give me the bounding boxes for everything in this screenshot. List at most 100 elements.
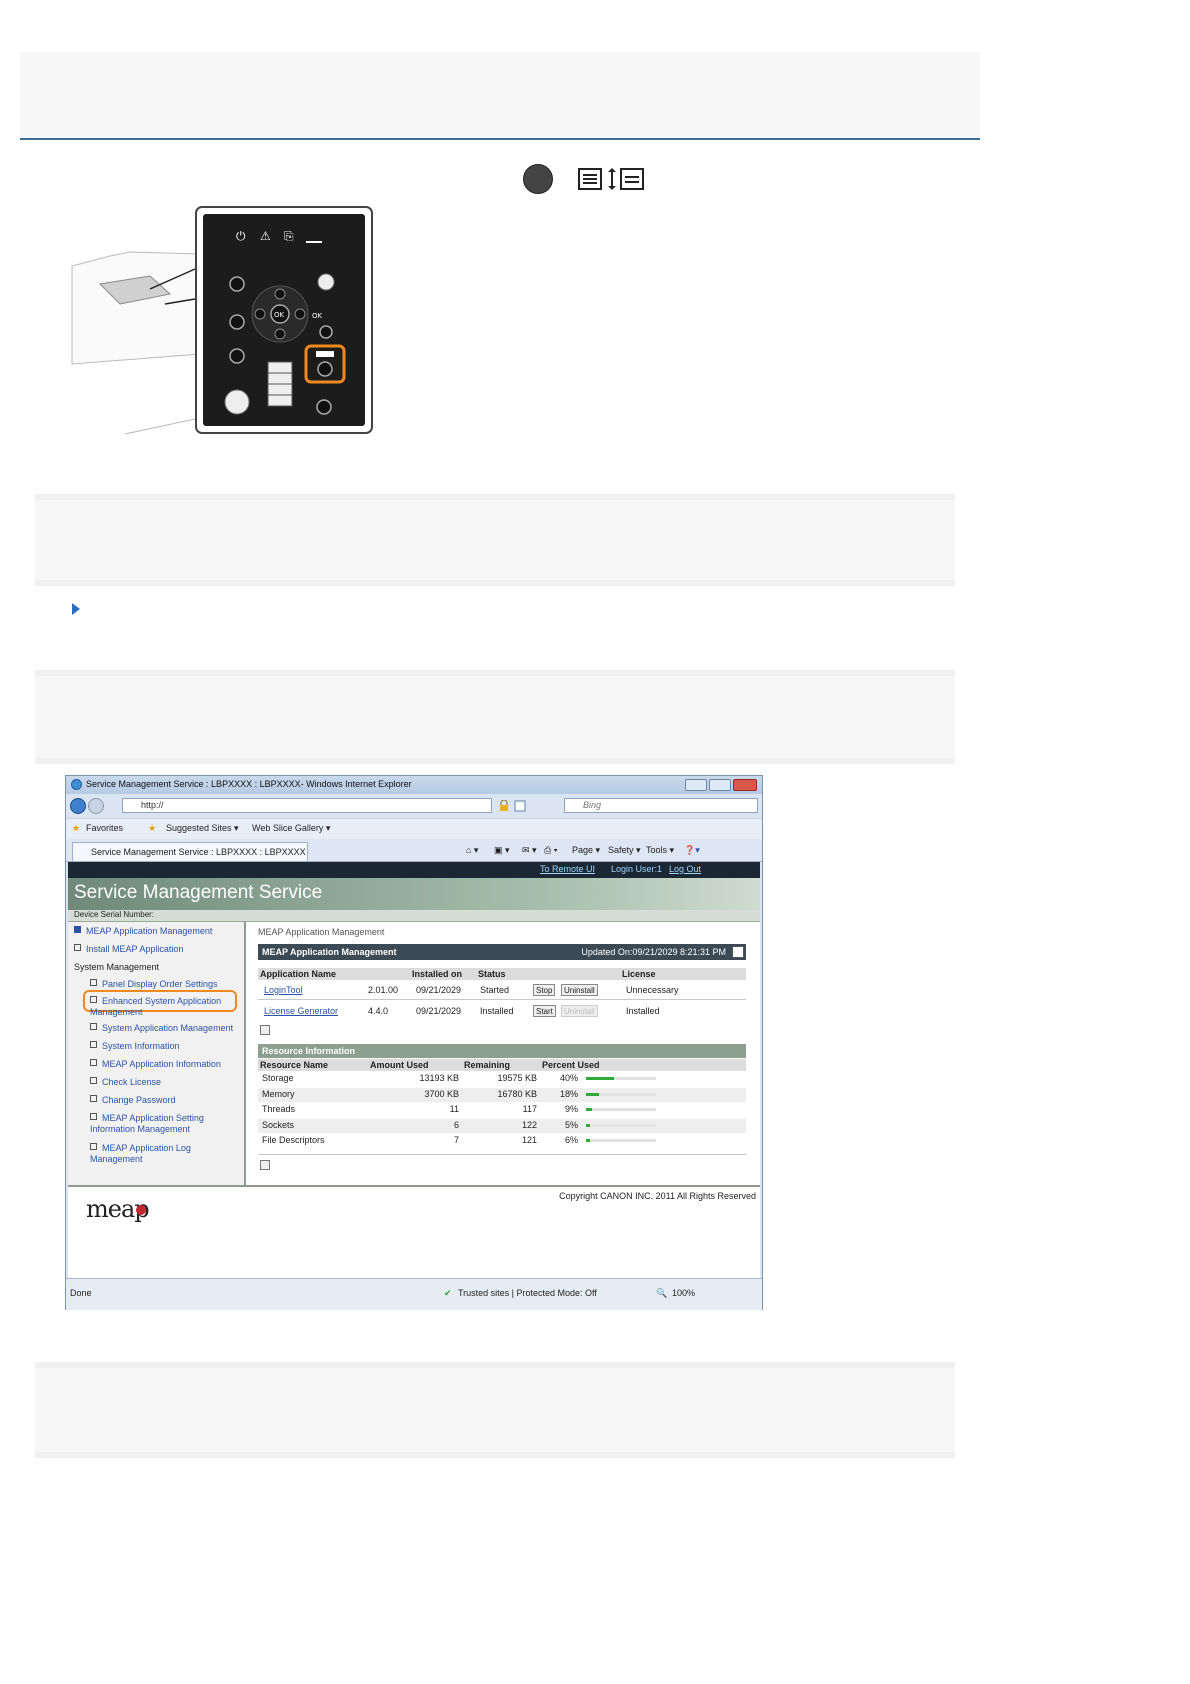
tools-menu[interactable]: Tools ▾ bbox=[646, 845, 674, 856]
app-date: 09/21/2029 bbox=[416, 985, 462, 995]
zoom-level[interactable]: 100% bbox=[672, 1288, 695, 1298]
stop-button[interactable]: Stop bbox=[533, 984, 556, 996]
resource-percent: 40% bbox=[559, 1073, 578, 1083]
add-favorite-icon[interactable]: ★ bbox=[148, 823, 156, 834]
sidebar-item-app-setting-info[interactable]: MEAP Application Setting Information Man… bbox=[90, 1113, 240, 1135]
suggested-sites-link[interactable]: Suggested Sites ▾ bbox=[166, 823, 239, 834]
svg-text:⏻: ⏻ bbox=[236, 229, 246, 243]
usage-bar bbox=[586, 1077, 614, 1080]
sidebar-item-meap-app-info[interactable]: MEAP Application Information bbox=[90, 1059, 221, 1070]
print-icon[interactable]: ⎙ ▾ bbox=[544, 845, 557, 856]
resource-percent: 9% bbox=[564, 1104, 578, 1114]
uninstall-button[interactable]: Uninstall bbox=[561, 984, 598, 996]
copyright: Copyright CANON INC. 2011 All Rights Res… bbox=[559, 1191, 756, 1201]
address-field[interactable]: http:// bbox=[122, 798, 492, 813]
close-button[interactable] bbox=[733, 779, 757, 791]
app-name-link[interactable]: License Generator bbox=[264, 1006, 338, 1016]
collapse-icon[interactable] bbox=[260, 1025, 270, 1035]
back-button[interactable] bbox=[70, 798, 86, 814]
zoom-icon[interactable]: 🔍 bbox=[656, 1288, 667, 1299]
maximize-button[interactable] bbox=[709, 779, 731, 791]
sidebar-item-meap-management[interactable]: MEAP Application Management bbox=[74, 926, 212, 937]
resource-name: Threads bbox=[262, 1104, 296, 1114]
refresh-icon[interactable] bbox=[514, 800, 526, 812]
resource-amount: 3700 KB bbox=[424, 1088, 459, 1099]
app-name-link[interactable]: LoginTool bbox=[264, 985, 303, 995]
sidebar-item-install[interactable]: Install MEAP Application bbox=[74, 944, 183, 955]
feeds-icon[interactable]: ▣ ▾ bbox=[494, 845, 510, 856]
col-status: Status bbox=[478, 969, 506, 979]
section-title: MEAP Application Management bbox=[262, 947, 397, 957]
resource-name: Sockets bbox=[262, 1119, 295, 1130]
info-band bbox=[35, 670, 955, 764]
usage-bar bbox=[586, 1092, 599, 1096]
usage-track bbox=[586, 1123, 656, 1127]
sidebar-item-panel-display-order[interactable]: Panel Display Order Settings bbox=[90, 979, 218, 990]
favorites-bar: ★ Favorites ★ Suggested Sites ▾ Web Slic… bbox=[66, 818, 762, 839]
logout-link[interactable]: Log Out bbox=[669, 864, 701, 874]
row-divider bbox=[258, 999, 746, 1000]
app-table-header: Application Name Installed on Status Lic… bbox=[258, 968, 746, 980]
resource-percent: 5% bbox=[564, 1119, 578, 1130]
tab-title: Service Management Service : LBPXXXX : L… bbox=[91, 847, 306, 857]
start-button[interactable]: Start bbox=[533, 1005, 556, 1017]
top-link-bar: To Remote UI Login User:1 Log Out bbox=[68, 862, 760, 878]
circle-key-icon bbox=[523, 164, 553, 194]
resource-name: Memory bbox=[262, 1088, 295, 1099]
row-divider bbox=[258, 1154, 746, 1155]
ok-label: OK bbox=[274, 311, 285, 319]
resource-amount: 13193 KB bbox=[419, 1073, 459, 1083]
serial-label: Device Serial Number: bbox=[74, 910, 155, 919]
sidebar-item-system-info[interactable]: System Information bbox=[90, 1041, 180, 1052]
mail-icon[interactable]: ✉ ▾ bbox=[522, 845, 537, 856]
app-status: Installed bbox=[480, 1006, 514, 1016]
status-done: Done bbox=[70, 1288, 92, 1298]
resource-amount: 11 bbox=[449, 1104, 459, 1114]
home-icon[interactable]: ⌂ ▾ bbox=[466, 845, 478, 856]
resource-name: File Descriptors bbox=[262, 1135, 325, 1145]
resource-percent: 18% bbox=[559, 1088, 578, 1099]
resource-title: Resource Information bbox=[262, 1046, 356, 1056]
page-menu[interactable]: Page ▾ bbox=[572, 845, 600, 856]
info-band bbox=[35, 1362, 955, 1458]
usage-track bbox=[586, 1139, 656, 1142]
sidebar-item-enhanced-system-app[interactable]: Enhanced System Application Management bbox=[90, 996, 240, 1018]
zone-text: Trusted sites | Protected Mode: Off bbox=[458, 1288, 597, 1298]
favorites-button[interactable]: Favorites bbox=[86, 823, 123, 833]
web-slice-link[interactable]: Web Slice Gallery ▾ bbox=[252, 823, 330, 834]
refresh-button[interactable] bbox=[732, 946, 744, 958]
search-field[interactable]: Bing bbox=[564, 798, 758, 813]
serial-bar: Device Serial Number: bbox=[68, 910, 760, 922]
minimize-button[interactable] bbox=[685, 779, 707, 791]
resource-name: Storage bbox=[262, 1073, 294, 1083]
usage-bar bbox=[586, 1139, 590, 1142]
resource-table-header: Resource Name Amount Used Remaining Perc… bbox=[258, 1059, 746, 1071]
svg-text:⚠: ⚠ bbox=[260, 229, 271, 243]
login-user-text: Login User:1 bbox=[611, 864, 663, 874]
uninstall-button-disabled: Uninstall bbox=[561, 1005, 598, 1017]
col-installed-on: Installed on bbox=[412, 969, 463, 979]
browser-tab[interactable]: Service Management Service : LBPXXXX : L… bbox=[72, 842, 308, 861]
forward-button[interactable] bbox=[88, 798, 104, 814]
sidebar-item-check-license[interactable]: Check License bbox=[90, 1077, 161, 1088]
address-text: http:// bbox=[141, 800, 164, 810]
info-band bbox=[35, 494, 955, 586]
sidebar-item-system-app[interactable]: System Application Management bbox=[90, 1023, 233, 1034]
sidebar-item-app-log[interactable]: MEAP Application Log Management bbox=[90, 1143, 220, 1165]
safety-menu[interactable]: Safety ▾ bbox=[608, 845, 641, 856]
app-date: 09/21/2029 bbox=[416, 1006, 462, 1016]
usage-bar bbox=[586, 1108, 592, 1111]
status-bar: Done ✔ Trusted sites | Protected Mode: O… bbox=[66, 1278, 762, 1310]
col-app-name: Application Name bbox=[260, 969, 337, 979]
breadcrumb: MEAP Application Management bbox=[258, 927, 385, 937]
app-version: 2.01.00 bbox=[368, 985, 399, 995]
help-icon[interactable]: ❓▾ bbox=[684, 845, 700, 856]
link-arrow-icon[interactable] bbox=[71, 602, 83, 616]
lock-icon bbox=[500, 800, 508, 811]
app-title: Service Management Service bbox=[74, 882, 323, 903]
app-license: Unnecessary bbox=[626, 985, 679, 995]
sidebar-item-change-password[interactable]: Change Password bbox=[90, 1095, 176, 1106]
collapse-icon[interactable] bbox=[260, 1160, 270, 1170]
check-icon: ✔ bbox=[444, 1288, 452, 1298]
remote-ui-link[interactable]: To Remote UI bbox=[540, 864, 595, 874]
